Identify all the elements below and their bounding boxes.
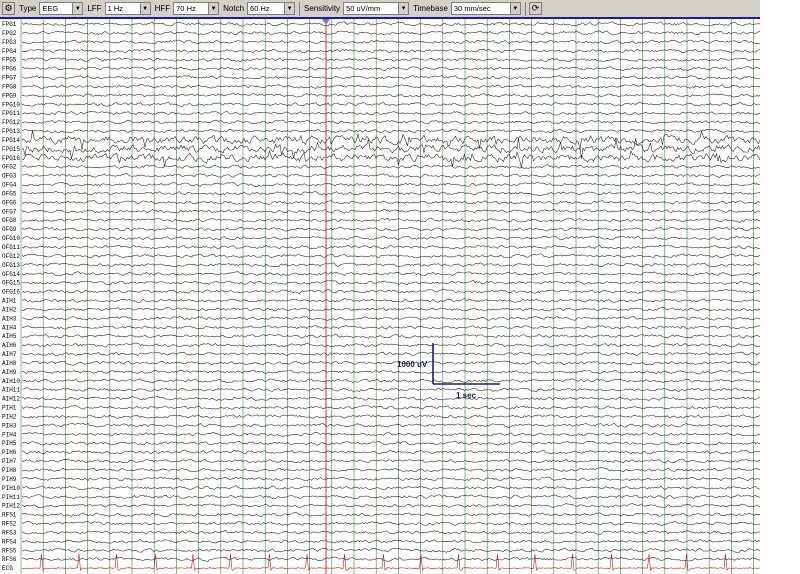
toolbar: ⚙ Type EEG ▼ LFF 1 Hz ▼ HFF 70 Hz ▼ Notc…: [0, 0, 760, 18]
channel-label: AIH10: [2, 378, 20, 385]
hff-value: 70 Hz: [176, 4, 196, 13]
channel-label: FPG1: [2, 21, 17, 28]
notch-value: 60 Hz: [250, 4, 270, 13]
channel-label: RFS3: [2, 529, 17, 536]
notch-label: Notch: [223, 4, 245, 13]
timebase-select[interactable]: 30 mm/sec ▼: [450, 2, 521, 15]
channel-label: PIH11: [2, 494, 20, 501]
channel-label: AIH9: [2, 369, 17, 376]
channel-label: AIH1: [2, 298, 17, 305]
channel-label: PIH4: [2, 431, 17, 438]
sensitivity-select[interactable]: 50 uV/mm ▼: [343, 2, 410, 15]
sensitivity-label: Sensitivity: [304, 4, 341, 13]
channel-label: OFG6: [2, 199, 17, 206]
channel-label: AIH5: [2, 333, 17, 340]
channel-label: OFG8: [2, 217, 17, 224]
channel-label: PIH5: [2, 440, 17, 447]
eeg-trace-panel[interactable]: FPG1 FPG2 FPG3 FPG4 FPG5 FPG6 FPG7FPG8 FPG9 FPG1…: [0, 19, 760, 574]
channel-label: FPG2: [2, 30, 17, 37]
channel-label: OFG2: [2, 164, 17, 171]
channel-label: RFS1: [2, 512, 17, 519]
channel-label: FPG16: [2, 155, 20, 162]
toolbar-separator: [524, 1, 526, 16]
channel-label: PIH6: [2, 449, 17, 456]
channel-label: OFG14: [2, 271, 20, 278]
channel-label: OFG15: [2, 280, 20, 287]
channel-label: OFG7: [2, 208, 17, 215]
channel-label: PIH1: [2, 405, 17, 412]
channel-label: FPG15: [2, 146, 20, 153]
channel-label: AIH12: [2, 396, 20, 403]
channel-label: PIH7: [2, 458, 17, 465]
toolbar-separator: [299, 1, 301, 16]
channel-label: RFS6: [2, 556, 17, 563]
timebase-value: 30 mm/sec: [453, 4, 491, 13]
chevron-down-icon[interactable]: ▼: [284, 3, 295, 14]
channel-label: FPG9: [2, 92, 17, 99]
channel-label: FPG3: [2, 39, 17, 46]
channel-label: FPG8: [2, 83, 17, 90]
channel-label: OFG3: [2, 173, 17, 180]
channel-label: AIH7: [2, 351, 17, 358]
channel-label: FPG5: [2, 57, 17, 64]
chevron-down-icon[interactable]: ▼: [72, 3, 83, 14]
settings-icon[interactable]: ⚙: [2, 2, 15, 15]
refresh-icon[interactable]: ⟳: [528, 2, 542, 15]
lff-label: LFF: [87, 4, 102, 13]
channel-label: OFG4: [2, 182, 17, 189]
channel-label: RFS5: [2, 547, 17, 554]
notch-select[interactable]: 60 Hz ▼: [247, 2, 296, 15]
hff-select[interactable]: 70 Hz ▼: [173, 2, 220, 15]
channel-label: OFG12: [2, 253, 20, 260]
eeg-background: [0, 19, 760, 574]
calibration-amplitude-label: 1000 uV: [397, 360, 428, 369]
channel-label: FPG10: [2, 101, 20, 108]
channel-label: PIH12: [2, 503, 20, 510]
type-select[interactable]: EEG ▼: [39, 2, 84, 15]
channel-label: PIH9: [2, 476, 17, 483]
channel-label: AIH3: [2, 315, 17, 322]
channel-label: FPG4: [2, 48, 17, 55]
channel-label: AIH6: [2, 342, 17, 349]
lff-value: 1 Hz: [107, 4, 123, 13]
calibration-time-label: 1 sec: [456, 391, 477, 400]
channel-label: FPG12: [2, 119, 20, 126]
timebase-label: Timebase: [413, 4, 448, 13]
channel-label: AIH4: [2, 324, 17, 331]
channel-label: RFS4: [2, 538, 17, 545]
channel-label: ECG: [2, 565, 13, 572]
channel-label: AIH8: [2, 360, 17, 367]
chevron-down-icon[interactable]: ▼: [208, 3, 219, 14]
channel-label: OFG9: [2, 226, 17, 233]
chevron-down-icon[interactable]: ▼: [398, 3, 409, 14]
channel-label: OFG13: [2, 262, 20, 269]
channel-label: FPG11: [2, 110, 20, 117]
sensitivity-value: 50 uV/mm: [346, 4, 381, 13]
channel-label: OFG10: [2, 235, 20, 242]
channel-label: OFG5: [2, 190, 17, 197]
channel-label: PIH10: [2, 485, 20, 492]
channel-label: PIH3: [2, 422, 17, 429]
channel-label: FPG6: [2, 66, 17, 73]
lff-select[interactable]: 1 Hz ▼: [104, 2, 151, 15]
type-value: EEG: [42, 4, 59, 13]
chevron-down-icon[interactable]: ▼: [139, 3, 150, 14]
chevron-down-icon[interactable]: ▼: [509, 3, 520, 14]
channel-label: AIH11: [2, 387, 20, 394]
channel-label: PIH8: [2, 467, 17, 474]
channel-label: AIH2: [2, 306, 17, 313]
channel-label: OFG16: [2, 289, 20, 296]
channel-label: RFS2: [2, 521, 17, 528]
channel-label: FPG14: [2, 137, 20, 144]
type-label: Type: [19, 4, 37, 13]
channel-label: FPG13: [2, 128, 20, 135]
hff-label: HFF: [154, 4, 171, 13]
channel-label: OFG11: [2, 244, 20, 251]
channel-label: PIH2: [2, 413, 17, 420]
channel-label: FPG7: [2, 75, 17, 82]
